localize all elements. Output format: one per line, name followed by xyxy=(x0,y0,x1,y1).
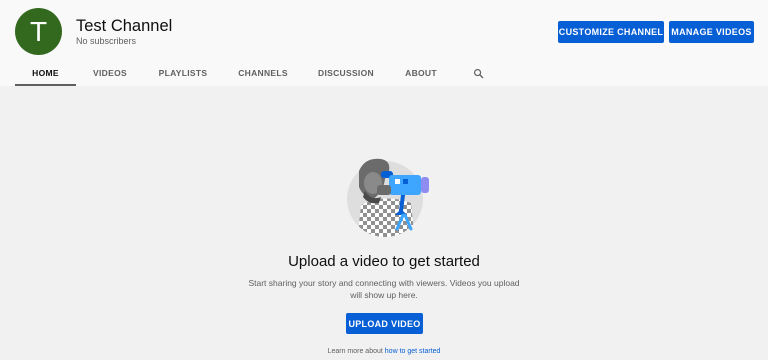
manage-videos-button[interactable]: MANAGE VIDEOS xyxy=(669,21,754,43)
learn-more-text: Learn more about how to get started xyxy=(0,348,768,355)
videographer-illustration xyxy=(343,153,438,241)
empty-state-description: Start sharing your story and connecting … xyxy=(248,278,520,300)
channel-header: T Test Channel No subscribers CUSTOMIZE … xyxy=(0,0,768,86)
customize-channel-button[interactable]: CUSTOMIZE CHANNEL xyxy=(558,21,664,43)
tab-discussion[interactable]: DISCUSSION xyxy=(316,60,376,86)
channel-avatar[interactable]: T xyxy=(15,8,62,55)
upload-video-button[interactable]: UPLOAD VIDEO xyxy=(346,313,423,334)
empty-state-title: Upload a video to get started xyxy=(288,253,480,270)
tab-videos[interactable]: VIDEOS xyxy=(88,60,132,86)
tab-home[interactable]: HOME xyxy=(15,60,76,86)
how-to-get-started-link[interactable]: how to get started xyxy=(385,348,441,355)
search-icon[interactable] xyxy=(469,60,487,86)
learn-more-prefix: Learn more about xyxy=(327,348,383,355)
subscriber-count: No subscribers xyxy=(76,36,137,46)
tab-channels[interactable]: CHANNELS xyxy=(236,60,290,86)
tab-about[interactable]: ABOUT xyxy=(401,60,441,86)
channel-name: Test Channel xyxy=(76,17,173,35)
tab-playlists[interactable]: PLAYLISTS xyxy=(156,60,210,86)
channel-tabs: HOME VIDEOS PLAYLISTS CHANNELS DISCUSSIO… xyxy=(0,60,768,86)
